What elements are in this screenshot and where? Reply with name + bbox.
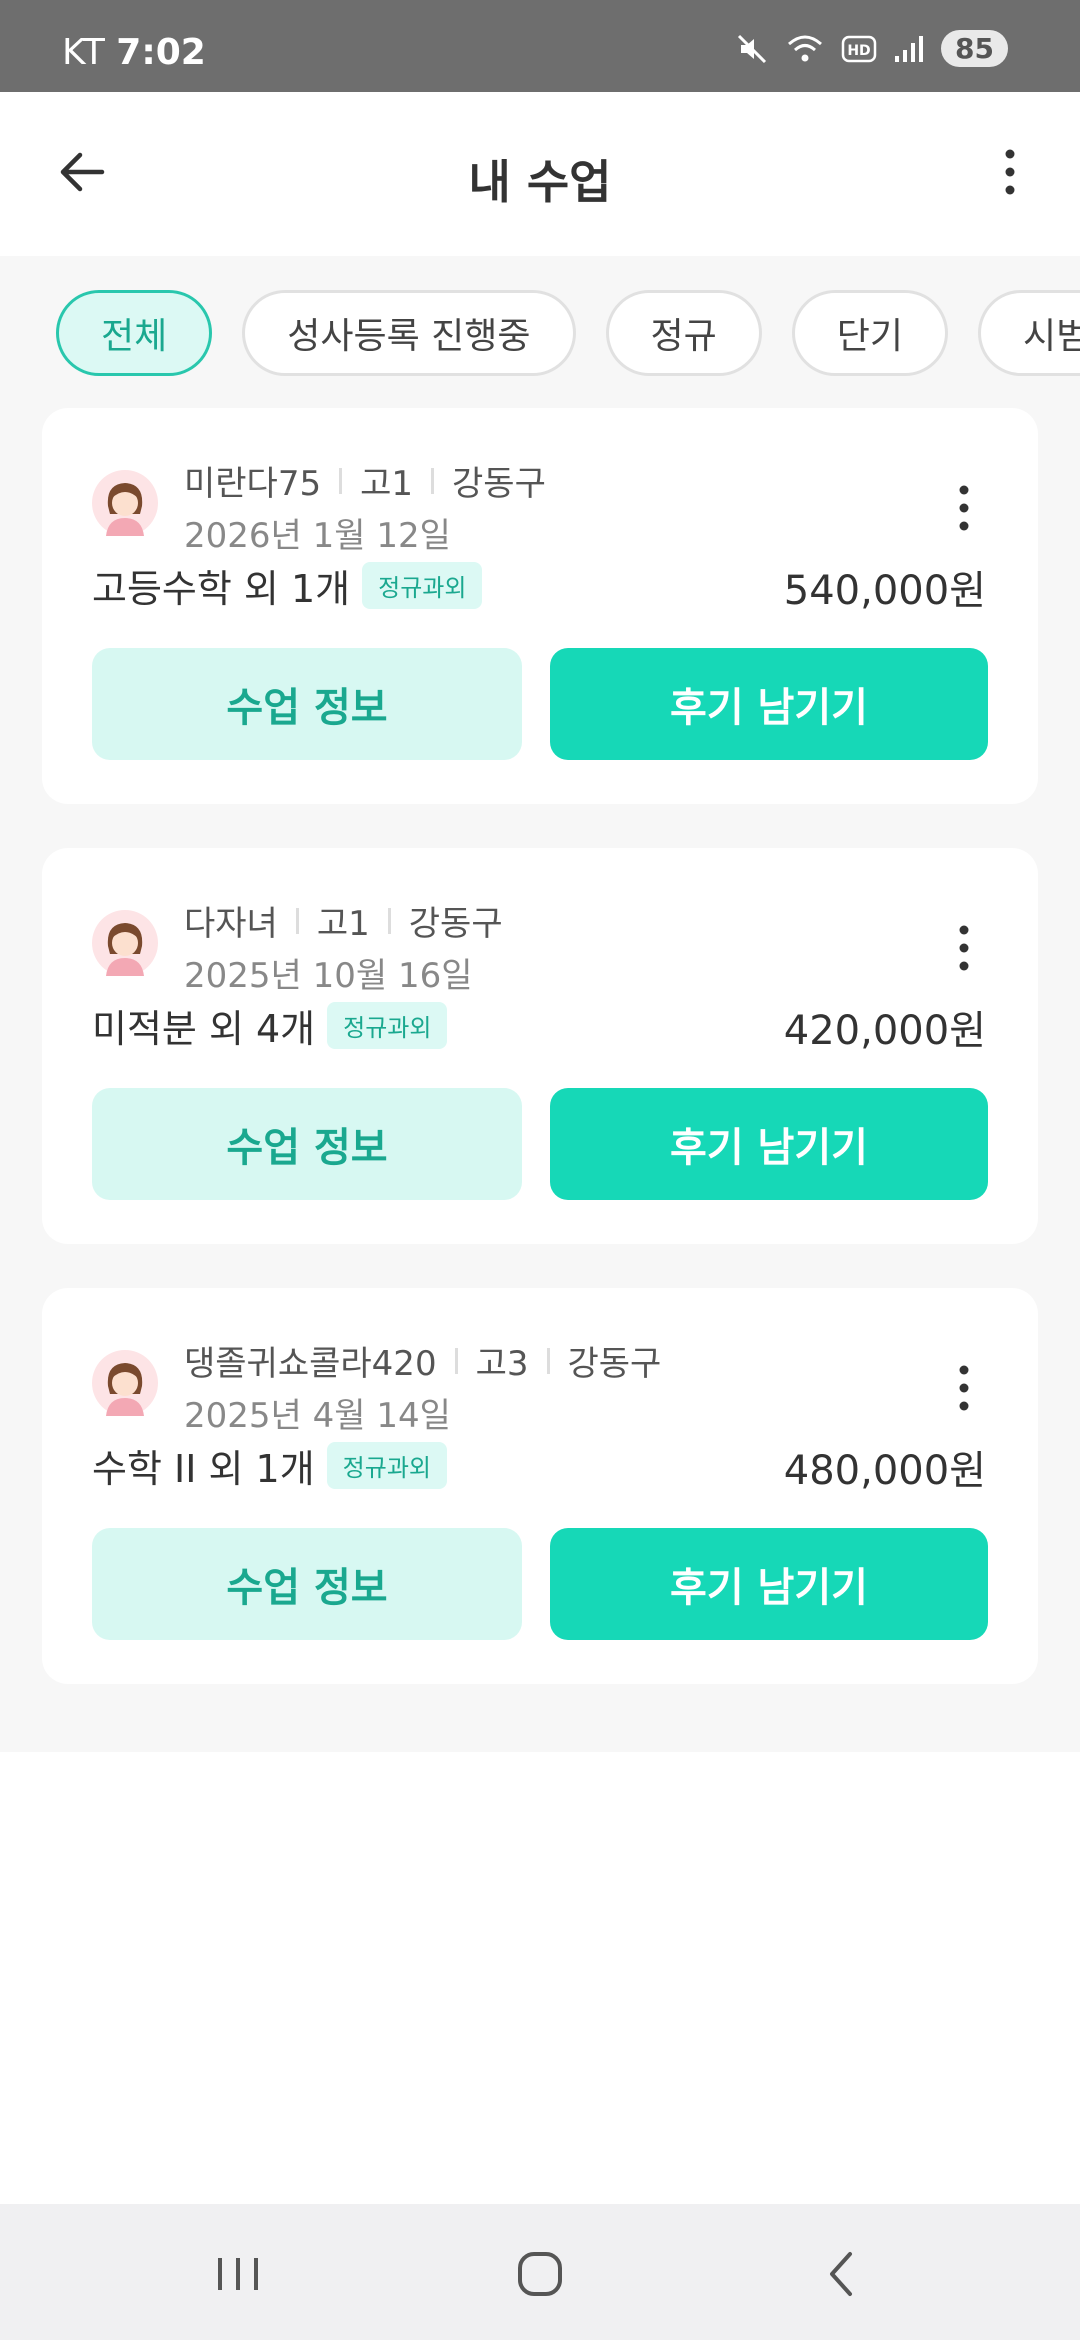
clock: 7:02 [116,32,206,73]
student-grade: 고1 [316,904,370,944]
filter-chip-all[interactable]: 전체 [56,290,213,376]
lesson-price: 420,000원 [783,1008,986,1054]
filter-chip-trial[interactable]: 시범 [978,290,1080,376]
lesson-date: 2025년 10월 16일 [184,956,473,996]
lesson-card: 미란다75 고1 강동구 2026년 1월 12일 고등수학 외 1개 정규과외… [42,408,1038,804]
filter-chip-regular[interactable]: 정규 [605,290,762,376]
write-review-button[interactable]: 후기 남기기 [550,1528,988,1640]
lesson-subject: 미적분 외 4개 정규과외 [92,998,448,1053]
student-avatar-icon [92,1350,158,1416]
lesson-date: 2025년 4월 14일 [184,1396,451,1436]
divider [295,907,299,934]
lesson-price: 480,000원 [783,1448,986,1494]
student-avatar-icon [92,910,158,976]
divider [387,907,391,934]
carrier-label: KT [62,32,105,73]
card-more-icon[interactable] [954,918,974,978]
lesson-type-badge: 정규과외 [327,1002,448,1049]
lesson-date: 2026년 1월 12일 [184,516,451,556]
subject-label: 미적분 외 4개 [92,1007,316,1051]
student-name: 다자녀 [184,904,278,944]
hd-icon: HD [841,35,877,62]
filter-chip-short[interactable]: 단기 [791,290,949,376]
student-region: 강동구 [567,1344,662,1384]
lesson-card: 다자녀 고1 강동구 2025년 10월 16일 미적분 외 4개 정규과외 4… [42,848,1038,1244]
status-left: KT 7:02 [62,32,206,73]
lesson-price: 540,000원 [783,568,986,614]
student-info: 미란다75 고1 강동구 [184,456,546,505]
svg-text:HD: HD [847,43,870,59]
subject-label: 고등수학 외 1개 [92,567,351,611]
student-region: 강동구 [452,464,546,504]
page-title: 내 수업 [468,155,612,209]
student-info: 다자녀 고1 강동구 [184,896,503,945]
student-name: 미란다75 [184,464,322,504]
student-grade: 고3 [475,1344,529,1384]
lesson-type-badge: 정규과외 [362,562,483,609]
app-bar: 내 수업 [0,92,1080,256]
divider [454,1347,458,1374]
wifi-icon [788,35,823,61]
lesson-info-button[interactable]: 수업 정보 [92,1088,522,1200]
student-avatar-icon [92,470,158,536]
lesson-info-button[interactable]: 수업 정보 [92,648,522,760]
lesson-subject: 수학 II 외 1개 정규과외 [92,1438,447,1493]
divider [431,467,435,494]
student-name: 댕졸귀쇼콜라420 [184,1344,437,1384]
student-region: 강동구 [408,904,503,944]
lesson-card: 댕졸귀쇼콜라420 고3 강동구 2025년 4월 14일 수학 II 외 1개… [42,1288,1038,1684]
more-menu-button[interactable] [980,142,1040,202]
write-review-button[interactable]: 후기 남기기 [550,1088,988,1200]
lesson-list-area: 전체 성사등록 진행중 정규 단기 시범 미란다75 고1 강동구 2026년 … [0,256,1080,1752]
filter-chip-registering[interactable]: 성사등록 진행중 [242,290,576,376]
write-review-button[interactable]: 후기 남기기 [550,648,988,760]
student-grade: 고1 [360,464,414,504]
battery-indicator: 85 [941,30,1008,67]
lesson-subject: 고등수학 외 1개 정규과외 [92,558,483,613]
recent-apps-icon[interactable] [208,2244,268,2304]
signal-icon [895,35,924,62]
lesson-type-badge: 정규과외 [326,1442,447,1489]
back-nav-icon[interactable] [812,2244,872,2304]
home-icon[interactable] [510,2244,570,2304]
divider [546,1347,550,1374]
status-bar: KT 7:02 HD 85 [0,0,1080,92]
status-icons: HD 85 [735,30,1008,67]
card-more-icon[interactable] [954,478,974,538]
mute-icon [737,34,767,63]
divider [339,467,343,494]
student-info: 댕졸귀쇼콜라420 고3 강동구 [184,1336,661,1385]
filter-chips: 전체 성사등록 진행중 정규 단기 시범 [56,290,1080,376]
system-nav-bar [0,2204,1080,2340]
more-vertical-icon [1005,149,1015,195]
card-more-icon[interactable] [954,1358,974,1418]
subject-label: 수학 II 외 1개 [92,1447,315,1491]
lesson-info-button[interactable]: 수업 정보 [92,1528,522,1640]
